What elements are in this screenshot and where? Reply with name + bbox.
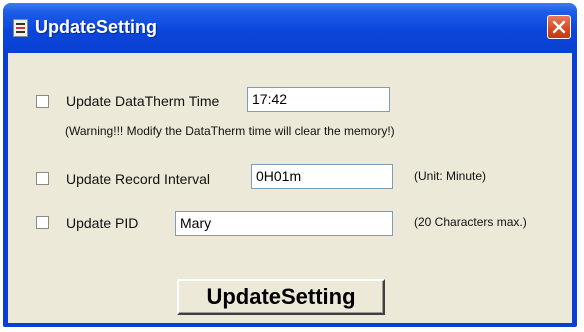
datatherm-time-input[interactable]: 17:42 [247,87,390,112]
window-title: UpdateSetting [35,17,158,37]
unit-minute-note: (Unit: Minute) [414,169,487,183]
pid-input[interactable]: Mary [175,211,393,236]
close-button[interactable] [547,15,571,39]
close-icon [552,20,566,34]
app-window-icon[interactable] [13,19,28,37]
pid-max-characters-note: (20 Characters max.) [414,215,527,229]
update-record-interval-label: Update Record Interval [66,171,210,187]
record-interval-input[interactable]: 0H01m [251,164,393,189]
memory-warning-text: (Warning!!! Modify the DataTherm time wi… [65,124,395,138]
title-bar[interactable]: UpdateSetting [3,3,577,53]
update-pid-label: Update PID [66,215,139,231]
update-datatherm-time-label: Update DataTherm Time [66,93,220,109]
update-setting-window: UpdateSetting Update DataTherm Time 17:4… [3,3,577,327]
update-record-interval-checkbox[interactable] [36,172,49,185]
update-datatherm-time-checkbox[interactable] [36,95,49,108]
update-pid-checkbox[interactable] [36,216,49,229]
dialog-body: Update DataTherm Time 17:42 (Warning!!! … [8,53,572,323]
update-setting-button[interactable]: UpdateSetting [177,279,385,315]
